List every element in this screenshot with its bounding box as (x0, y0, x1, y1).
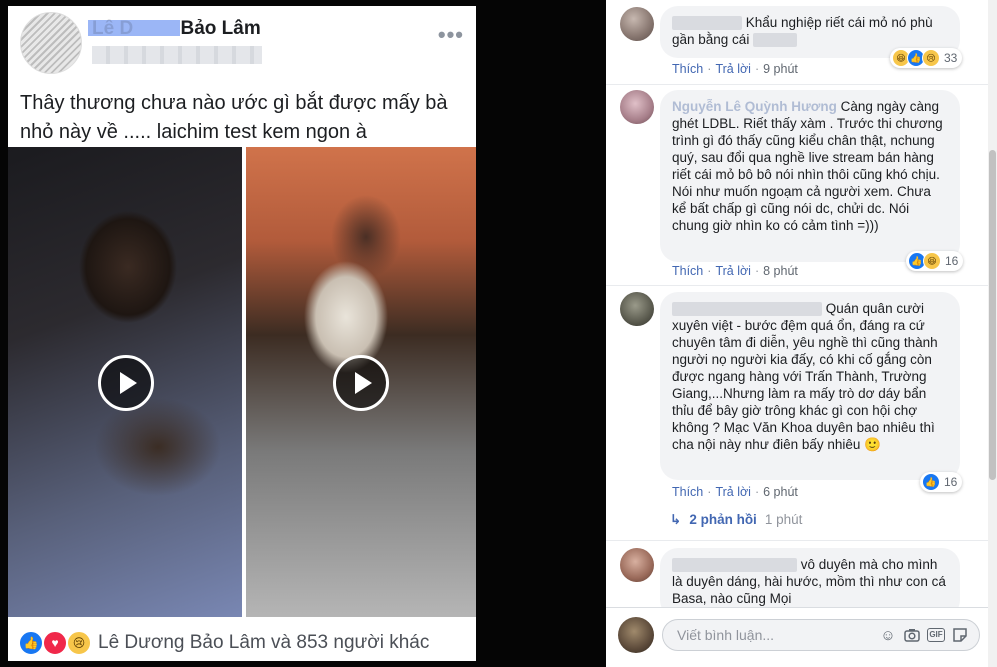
comment-reactions-badge[interactable]: 😆 👍 😢 33 (890, 48, 963, 68)
divider (606, 540, 988, 541)
post-card: Lê D Bảo Lâm ••• Thây thương chưa nào ướ… (8, 6, 476, 661)
commenter-name[interactable]: Nguyễn Lê Quỳnh Hương (672, 99, 837, 114)
haha-icon: 😆 (923, 252, 941, 270)
comment-text: Càng ngày càng ghét LDBL. Riết thấy xàm … (672, 99, 943, 233)
scrollbar-thumb[interactable] (989, 150, 996, 480)
comment-input-placeholder: Viết bình luận... (677, 627, 775, 643)
like-link[interactable]: Thích (672, 62, 703, 76)
comment-bubble: Nguyễn Lê Quỳnh Hương Càng ngày càng ghé… (660, 90, 960, 262)
comment-time[interactable]: 6 phút (763, 485, 798, 499)
like-link[interactable]: Thích (672, 264, 703, 278)
commenter-name-redaction (672, 558, 797, 573)
play-icon[interactable] (98, 355, 154, 411)
comment-input[interactable]: Viết bình luận... ☺ GIF (662, 619, 980, 651)
divider (606, 285, 988, 286)
comment-reactions-badge[interactable]: 👍 16 (920, 472, 963, 492)
commenter-avatar[interactable] (620, 90, 654, 124)
comment-time[interactable]: 8 phút (763, 264, 798, 278)
reaction-count: 33 (944, 51, 958, 65)
post-meta-redaction (92, 46, 262, 64)
emoji-icon[interactable]: ☺ (879, 626, 897, 644)
love-icon: ♥ (42, 630, 68, 656)
post-media (8, 147, 476, 617)
gif-icon[interactable]: GIF (927, 626, 945, 644)
like-icon: 👍 (18, 630, 44, 656)
comment-reactions-badge[interactable]: 👍 😆 16 (906, 251, 964, 271)
author-avatar[interactable] (20, 12, 82, 74)
comment-actions: Thích · Trả lời · 8 phút (672, 264, 798, 278)
author-name-prefix: Lê D (92, 18, 134, 39)
like-link[interactable]: Thích (672, 485, 703, 499)
author-name[interactable]: Lê D Bảo Lâm (92, 18, 261, 40)
commenter-name-redaction (672, 16, 742, 31)
video-thumbnail-2[interactable] (246, 147, 476, 617)
commenter-name-redaction (672, 302, 822, 317)
replies-time: 1 phút (764, 512, 803, 527)
sad-icon: 😢 (66, 630, 92, 656)
comment-bubble: Quán quân cười xuyên việt - bước đệm quá… (660, 292, 960, 480)
view-replies-link[interactable]: ↳ 2 phản hồi 1 phút (670, 512, 802, 528)
sad-icon: 😢 (922, 49, 940, 67)
reply-link[interactable]: Trả lời (715, 264, 751, 278)
comments-panel: Khẩu nghiệp riết cái mỏ nó phù gần bằng … (606, 0, 988, 667)
comments-scrollbar[interactable] (988, 0, 997, 667)
reply-arrow-icon: ↳ (670, 512, 682, 527)
camera-icon[interactable] (903, 626, 921, 644)
reply-link[interactable]: Trả lời (715, 62, 751, 76)
reaction-count: 16 (944, 475, 958, 489)
more-options-icon[interactable]: ••• (438, 22, 464, 48)
author-name-text: Bảo Lâm (180, 18, 261, 39)
video-thumbnail-1[interactable] (8, 147, 242, 617)
comment-text: Quán quân cười xuyên việt - bước đệm quá… (672, 301, 938, 452)
reaction-count: 16 (945, 254, 959, 268)
comment-actions: Thích · Trả lời · 6 phút (672, 485, 798, 499)
divider (606, 84, 988, 85)
commenter-avatar[interactable] (620, 292, 654, 326)
commenter-avatar[interactable] (620, 548, 654, 582)
my-avatar[interactable] (618, 617, 654, 653)
composer-icons: ☺ GIF (879, 626, 969, 644)
comment-composer: Viết bình luận... ☺ GIF (606, 607, 988, 667)
commenter-avatar[interactable] (620, 7, 654, 41)
like-icon: 👍 (922, 473, 940, 491)
reactions-summary-text: Lê Dương Bảo Lâm và 853 người khác (98, 632, 430, 653)
comment-actions: Thích · Trả lời · 9 phút (672, 62, 798, 76)
sticker-icon[interactable] (951, 626, 969, 644)
text-redaction (753, 33, 798, 48)
reactions-summary[interactable]: 👍 ♥ 😢 Lê Dương Bảo Lâm và 853 người khác (8, 626, 476, 660)
reply-link[interactable]: Trả lời (715, 485, 751, 499)
post-text: Thây thương chưa nào ước gì bắt được mấy… (20, 92, 448, 143)
post-header: Lê D Bảo Lâm ••• (8, 6, 476, 81)
comment-time[interactable]: 9 phút (763, 62, 798, 76)
replies-label: 2 phản hồi (689, 512, 757, 527)
play-icon[interactable] (333, 355, 389, 411)
